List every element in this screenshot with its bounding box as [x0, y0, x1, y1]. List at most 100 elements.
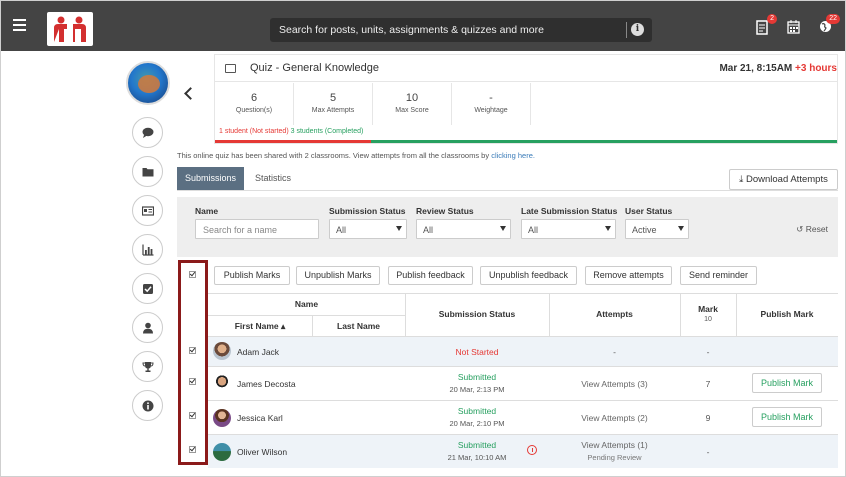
- view-all-attempts-link[interactable]: clicking here.: [491, 151, 535, 160]
- stat-value: 5: [329, 92, 337, 104]
- view-attempts-link[interactable]: View Attempts (2): [549, 413, 680, 423]
- mark-cell: 7: [705, 379, 711, 389]
- late-submission-select[interactable]: All: [521, 219, 616, 239]
- classroom-avatar[interactable]: [126, 61, 170, 105]
- view-attempts-link[interactable]: View Attempts (1): [549, 440, 680, 450]
- unpublish-feedback-button[interactable]: Unpublish feedback: [480, 266, 577, 285]
- publish-mark-button[interactable]: Publish Mark: [752, 407, 822, 427]
- nav-members-button[interactable]: [132, 312, 163, 343]
- due-date-text: Mar 21, 8:15AM: [719, 63, 793, 74]
- filter-panel: Name Search for a name Submission Status…: [177, 197, 838, 257]
- stat-label: Weightage: [474, 107, 508, 114]
- attempts-cell: -: [613, 347, 616, 357]
- top-bar: Search for posts, units, assignments & q…: [1, 1, 845, 51]
- publish-mark-button[interactable]: Publish Mark: [752, 373, 822, 393]
- nav-posts-button[interactable]: [132, 117, 163, 148]
- attempts-header: Attempts: [596, 309, 633, 319]
- late-offset: +3 hours: [795, 63, 837, 74]
- student-avatar: [213, 409, 231, 427]
- tab-statistics[interactable]: Statistics: [255, 167, 291, 190]
- mark-header: Mark: [698, 304, 718, 314]
- mark-cell: -: [706, 447, 710, 457]
- search-input[interactable]: Search for posts, units, assignments & q…: [279, 24, 544, 36]
- unpublish-marks-button[interactable]: Unpublish Marks: [296, 266, 380, 285]
- notifications-icon[interactable]: 2: [756, 14, 777, 36]
- nav-info-button[interactable]: [132, 390, 163, 421]
- stat-value: 6: [250, 92, 258, 104]
- user-status-value: Active: [632, 225, 657, 235]
- stat-max-attempts: 5 Max Attempts: [294, 83, 373, 125]
- send-reminder-button[interactable]: Send reminder: [680, 266, 757, 285]
- student-avatar: [213, 342, 231, 360]
- progress-not-started: [215, 140, 371, 143]
- submission-status-select[interactable]: All: [329, 219, 407, 239]
- back-chevron-icon[interactable]: [184, 87, 197, 100]
- stat-label: Question(s): [235, 107, 273, 114]
- completed-count[interactable]: 3 students (Completed): [291, 128, 364, 135]
- view-attempts-link[interactable]: View Attempts (3): [549, 379, 680, 389]
- quiz-icon: [225, 64, 236, 73]
- nav-gradebook-button[interactable]: [132, 195, 163, 226]
- trophy-icon: [141, 361, 154, 372]
- nav-units-button[interactable]: [132, 156, 163, 187]
- name-search-input[interactable]: Search for a name: [195, 219, 319, 239]
- submission-date: 21 Mar, 10:10 AM: [447, 453, 507, 462]
- name-search-placeholder: Search for a name: [203, 225, 278, 235]
- checkbox-column-highlight: [178, 260, 208, 465]
- sort-asc-icon: ▴: [281, 321, 286, 331]
- stat-label: Max Score: [395, 107, 429, 114]
- nav-reports-button[interactable]: [132, 234, 163, 265]
- reset-filters-button[interactable]: ↺ Reset: [796, 224, 828, 235]
- name-filter-label: Name: [195, 206, 219, 216]
- submission-status-value: All: [336, 225, 347, 235]
- app-logo[interactable]: [47, 12, 93, 46]
- download-attempts-button[interactable]: ⤓ Download Attempts: [729, 169, 838, 190]
- table-top-border: [208, 293, 838, 294]
- hamburger-menu-icon[interactable]: [13, 19, 26, 31]
- publish-feedback-button[interactable]: Publish feedback: [388, 266, 473, 285]
- publish-marks-button[interactable]: Publish Marks: [214, 266, 290, 285]
- nav-achievements-button[interactable]: [132, 351, 163, 382]
- review-status-label: Review Status: [416, 206, 474, 216]
- student-name[interactable]: Oliver Wilson: [237, 447, 287, 457]
- user-status-label: User Status: [625, 206, 673, 216]
- student-status-summary: 1 student (Not started) 3 students (Comp…: [219, 128, 363, 135]
- submission-status: Submitted: [457, 372, 497, 382]
- review-status-select[interactable]: All: [416, 219, 511, 239]
- submission-date: 20 Mar, 2:10 PM: [449, 419, 505, 428]
- publish-mark-header: Publish Mark: [760, 309, 814, 319]
- mark-out-of: 10: [704, 316, 712, 323]
- first-name-header[interactable]: First Name ▴: [208, 321, 312, 332]
- late-submission-label: Late Submission Status: [521, 206, 618, 216]
- tab-submissions[interactable]: Submissions: [177, 167, 244, 190]
- student-name[interactable]: Adam Jack: [237, 347, 279, 357]
- quiz-header-card: Quiz - General Knowledge Mar 21, 8:15AM …: [214, 54, 838, 144]
- submission-date: 20 Mar, 2:13 PM: [449, 385, 505, 394]
- info-icon[interactable]: i: [631, 23, 644, 36]
- review-status-value: All: [423, 225, 434, 235]
- id-card-icon: [141, 205, 154, 216]
- calendar-icon[interactable]: [787, 20, 801, 36]
- student-name[interactable]: James Decosta: [237, 379, 296, 389]
- table-row: Oliver Wilson Submitted 21 Mar, 10:10 AM…: [208, 434, 838, 468]
- global-search-bar[interactable]: Search for posts, units, assignments & q…: [270, 18, 652, 42]
- first-name-header-label: First Name: [234, 321, 279, 331]
- late-submission-value: All: [528, 225, 539, 235]
- table-row: Jessica Karl Submitted 20 Mar, 2:10 PM V…: [208, 400, 838, 434]
- globe-alerts-icon[interactable]: 22: [819, 14, 840, 36]
- remove-attempts-button[interactable]: Remove attempts: [585, 266, 672, 285]
- table-row: Adam Jack Not Started - -: [208, 336, 838, 366]
- stat-label: Max Attempts: [311, 107, 355, 114]
- nav-tasks-button[interactable]: [132, 273, 163, 304]
- search-divider: [626, 22, 627, 38]
- submission-status: Submitted: [457, 406, 497, 416]
- pending-review-note: Pending Review: [587, 453, 642, 462]
- quiz-stats: 6 Question(s) 5 Max Attempts 10 Max Score -…: [215, 83, 531, 125]
- last-name-header[interactable]: Last Name: [312, 321, 405, 331]
- student-name[interactable]: Jessica Karl: [237, 413, 283, 423]
- user-status-select[interactable]: Active: [625, 219, 689, 239]
- reset-icon: ↺: [796, 224, 804, 234]
- alerts-badge: 22: [826, 14, 840, 24]
- not-started-count[interactable]: 1 student (Not started): [219, 128, 289, 135]
- chevron-down-icon: [605, 226, 611, 231]
